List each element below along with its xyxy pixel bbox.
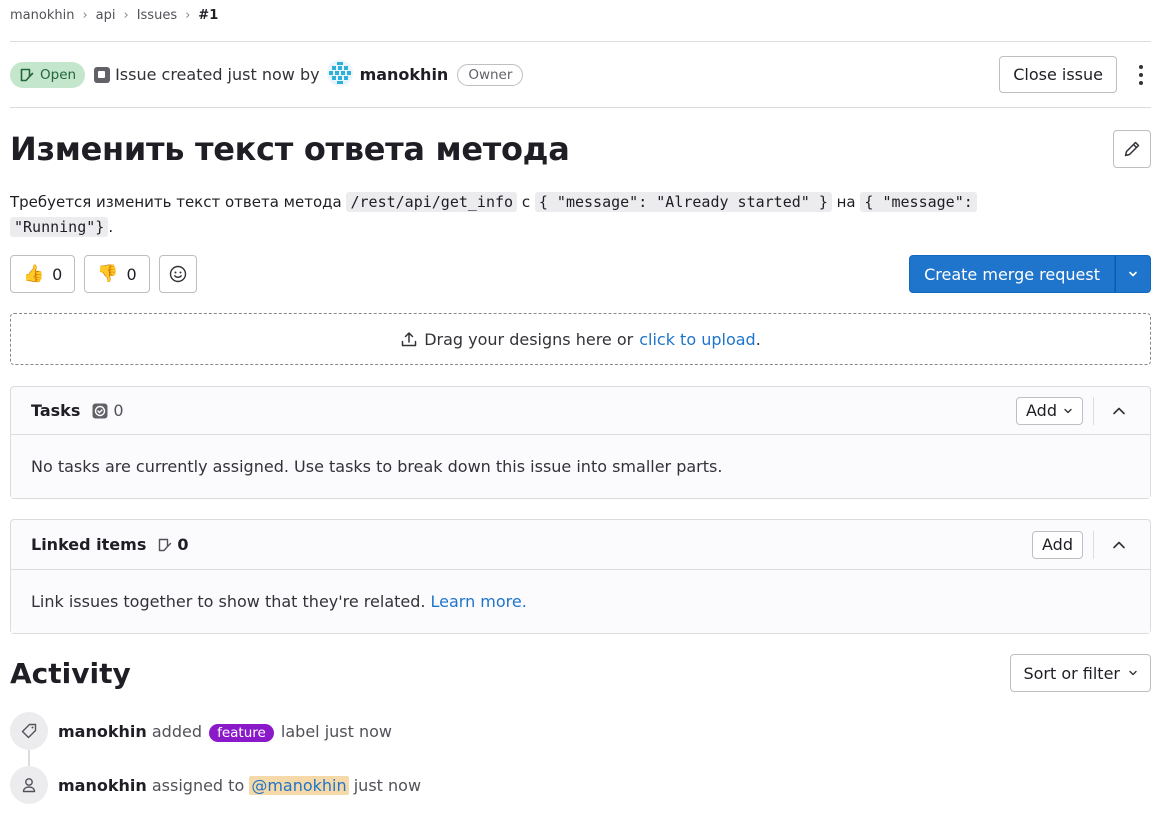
- role-badge: Owner: [457, 63, 524, 86]
- issue-meta: Issue created just now by manokhin Owner: [94, 59, 524, 91]
- sort-filter-button[interactable]: Sort or filter: [1010, 654, 1151, 692]
- pencil-icon: [1124, 141, 1140, 157]
- event-actor[interactable]: manokhin: [58, 776, 147, 795]
- linked-items-card: Linked items 0 Add Link issues together …: [10, 519, 1151, 634]
- sort-filter-label: Sort or filter: [1023, 663, 1120, 683]
- tasks-count-value: 0: [113, 401, 124, 420]
- activity-event: manokhin assigned to @manokhin just now: [10, 766, 1151, 804]
- tasks-add-button[interactable]: Add: [1016, 396, 1083, 425]
- description-text: на: [836, 193, 856, 211]
- linked-items-count: 0: [157, 535, 188, 554]
- issue-page: manokhin › api › Issues › #1 Open Issue …: [0, 0, 1161, 804]
- divider: [1093, 530, 1094, 559]
- activity-title: Activity: [10, 656, 131, 690]
- learn-more-link[interactable]: Learn more.: [430, 592, 526, 611]
- linked-items-add-button[interactable]: Add: [1032, 530, 1083, 559]
- activity-event: manokhin added feature label just now: [10, 712, 1151, 750]
- create-merge-request-button[interactable]: Create merge request: [909, 255, 1115, 293]
- breadcrumb-separator: ›: [82, 7, 88, 23]
- thumbs-up-count: 0: [52, 264, 63, 284]
- event-suffix: just now: [353, 775, 422, 795]
- tasks-add-label: Add: [1026, 401, 1057, 420]
- code-endpoint: /rest/api/get_info: [346, 192, 518, 212]
- tasks-card-header: Tasks 0 Add: [11, 387, 1150, 435]
- author-avatar[interactable]: [326, 59, 354, 91]
- breadcrumb-item-issues[interactable]: Issues: [137, 8, 177, 23]
- add-reaction-button[interactable]: [158, 255, 197, 293]
- event-actor[interactable]: manokhin: [58, 722, 147, 741]
- linked-items-body: Link issues together to show that they'r…: [11, 570, 1150, 633]
- title-row: Изменить текст ответа метода: [10, 108, 1151, 190]
- breadcrumb-current[interactable]: #1: [198, 8, 218, 23]
- tasks-empty-text: No tasks are currently assigned. Use tas…: [11, 435, 1150, 498]
- design-upload-area[interactable]: Drag your designs here or click to uploa…: [10, 313, 1151, 365]
- issue-description: Требуется изменить текст ответа метода /…: [10, 190, 1120, 240]
- issue-open-icon: [20, 68, 34, 81]
- merge-request-group: Create merge request: [909, 255, 1151, 293]
- linked-items-header: Linked items 0 Add: [11, 520, 1150, 570]
- tasks-collapse-button[interactable]: [1108, 400, 1130, 422]
- thumbs-down-button[interactable]: 👎 0: [84, 255, 150, 293]
- edit-title-button[interactable]: [1113, 130, 1151, 168]
- merge-request-dropdown-button[interactable]: [1115, 255, 1151, 293]
- description-text: с: [521, 193, 531, 211]
- kebab-icon[interactable]: [1131, 60, 1151, 90]
- description-text: Требуется изменить текст ответа метода: [10, 193, 342, 211]
- user-mention[interactable]: @manokhin: [249, 775, 349, 795]
- author-name[interactable]: manokhin: [360, 65, 449, 84]
- issue-type-icon: [94, 66, 111, 83]
- user-icon: [10, 766, 48, 804]
- feature-label-badge[interactable]: feature: [209, 723, 274, 742]
- reactions-bar: 👍 0 👎 0 Create merge request: [10, 255, 1151, 293]
- chevron-down-icon: [1129, 670, 1137, 676]
- label-tag-icon: [10, 712, 48, 750]
- code-new-response-cont: "Running"}: [10, 217, 109, 237]
- upload-link[interactable]: click to upload: [639, 330, 755, 349]
- breadcrumb-item-manokhin[interactable]: manokhin: [10, 8, 74, 23]
- smiley-icon: [169, 265, 186, 283]
- linked-items-title: Linked items: [31, 535, 147, 554]
- linked-items-count-value: 0: [177, 535, 189, 554]
- linked-issue-icon: [159, 538, 172, 551]
- event-verb: added: [151, 721, 202, 741]
- event-verb: assigned to: [151, 775, 245, 795]
- activity-header: Activity Sort or filter: [10, 654, 1151, 692]
- status-label: Open: [40, 66, 77, 83]
- activity-timeline: manokhin added feature label just now ma…: [10, 712, 1151, 804]
- description-text: .: [108, 218, 114, 236]
- breadcrumb-item-api[interactable]: api: [96, 8, 116, 23]
- status-badge: Open: [10, 61, 86, 88]
- tasks-card: Tasks 0 Add No tasks are currently assig…: [10, 386, 1151, 499]
- thumbs-up-button[interactable]: 👍 0: [10, 255, 76, 293]
- thumbs-down-icon: 👎: [97, 264, 119, 284]
- task-check-icon: [92, 403, 108, 418]
- linked-items-collapse-button[interactable]: [1108, 534, 1130, 556]
- breadcrumb: manokhin › api › Issues › #1: [10, 0, 1151, 28]
- issue-header: Open Issue created just now by manokhin: [10, 42, 1151, 107]
- chevron-down-icon: [1064, 408, 1072, 413]
- tasks-title: Tasks: [31, 401, 81, 420]
- linked-items-text: Link issues together to show that they'r…: [31, 592, 426, 611]
- event-suffix: label just now: [280, 721, 392, 741]
- breadcrumb-separator: ›: [185, 7, 191, 23]
- divider: [1093, 396, 1094, 425]
- chevron-down-icon: [1129, 271, 1137, 277]
- thumbs-down-count: 0: [126, 264, 137, 284]
- upload-text: Drag your designs here or: [424, 329, 634, 349]
- close-issue-button[interactable]: Close issue: [999, 56, 1117, 93]
- thumbs-up-icon: 👍: [23, 264, 45, 284]
- code-old-response: { "message": "Already started" }: [534, 192, 832, 212]
- chevron-up-icon: [1113, 407, 1125, 414]
- breadcrumb-separator: ›: [123, 7, 129, 23]
- code-new-response: { "message":: [860, 192, 977, 212]
- created-text: Issue created just now by: [115, 65, 320, 84]
- tasks-count: 0: [91, 401, 124, 420]
- upload-suffix: .: [755, 329, 761, 349]
- chevron-up-icon: [1113, 541, 1125, 548]
- issue-title: Изменить текст ответа метода: [10, 130, 570, 168]
- upload-icon: [401, 332, 417, 347]
